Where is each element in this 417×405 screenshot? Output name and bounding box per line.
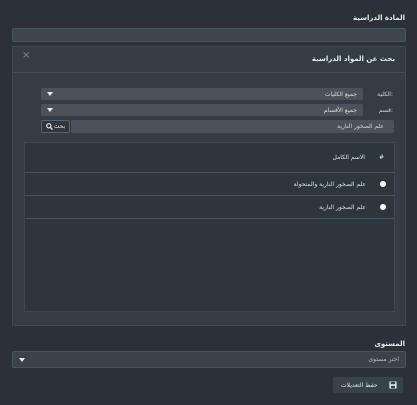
chevron-down-icon [47, 92, 53, 96]
department-label: قسم: [378, 106, 393, 114]
chevron-down-icon [19, 357, 25, 362]
close-icon: × [22, 50, 31, 61]
row-radio[interactable] [380, 181, 386, 187]
level-select[interactable]: اختر مستوى [12, 351, 406, 368]
table-row[interactable]: علم الصخور النارية والمتحولة [25, 173, 394, 196]
search-button[interactable]: بحث [41, 120, 70, 133]
row-name: علم الصخور النارية والمتحولة [293, 180, 366, 188]
level-select-placeholder: اختر مستوى [368, 356, 399, 363]
college-select-value: جميع الكليات [324, 90, 357, 98]
college-label: الكلية: [377, 90, 393, 98]
department-select[interactable]: جميع الأقسام [41, 104, 363, 116]
close-button[interactable]: × [22, 50, 30, 61]
search-input[interactable]: علم الصخور النارية [71, 120, 394, 133]
row-name: علم الصخور النارية [319, 203, 366, 211]
subjects-input[interactable] [12, 28, 406, 42]
row-radio[interactable] [380, 204, 386, 210]
save-button-label: حفظ التعديلات [341, 381, 378, 389]
subjects-label: المادة الدراسية [353, 14, 405, 22]
header-name: الاسم الكامل [332, 154, 365, 161]
floppy-disk-icon [389, 381, 397, 389]
search-input-value: علم الصخور النارية [337, 123, 384, 130]
dialog-title: بحث عن المواد الدراسية [311, 55, 395, 63]
table-row[interactable]: علم الصخور النارية [25, 196, 394, 219]
search-button-label: بحث [53, 123, 66, 130]
results-table: الاسم الكامل # علم الصخور النارية والمتح… [24, 142, 395, 312]
save-button[interactable]: حفظ التعديلات [333, 377, 403, 393]
college-select[interactable]: جميع الكليات [41, 88, 363, 100]
search-icon [45, 123, 53, 130]
chevron-down-icon [47, 108, 53, 112]
department-select-value: جميع الأقسام [324, 106, 357, 114]
header-index: # [378, 154, 384, 161]
header-divider [13, 72, 405, 73]
table-header: الاسم الكامل # [25, 143, 394, 173]
level-label: المستوى [374, 340, 405, 348]
